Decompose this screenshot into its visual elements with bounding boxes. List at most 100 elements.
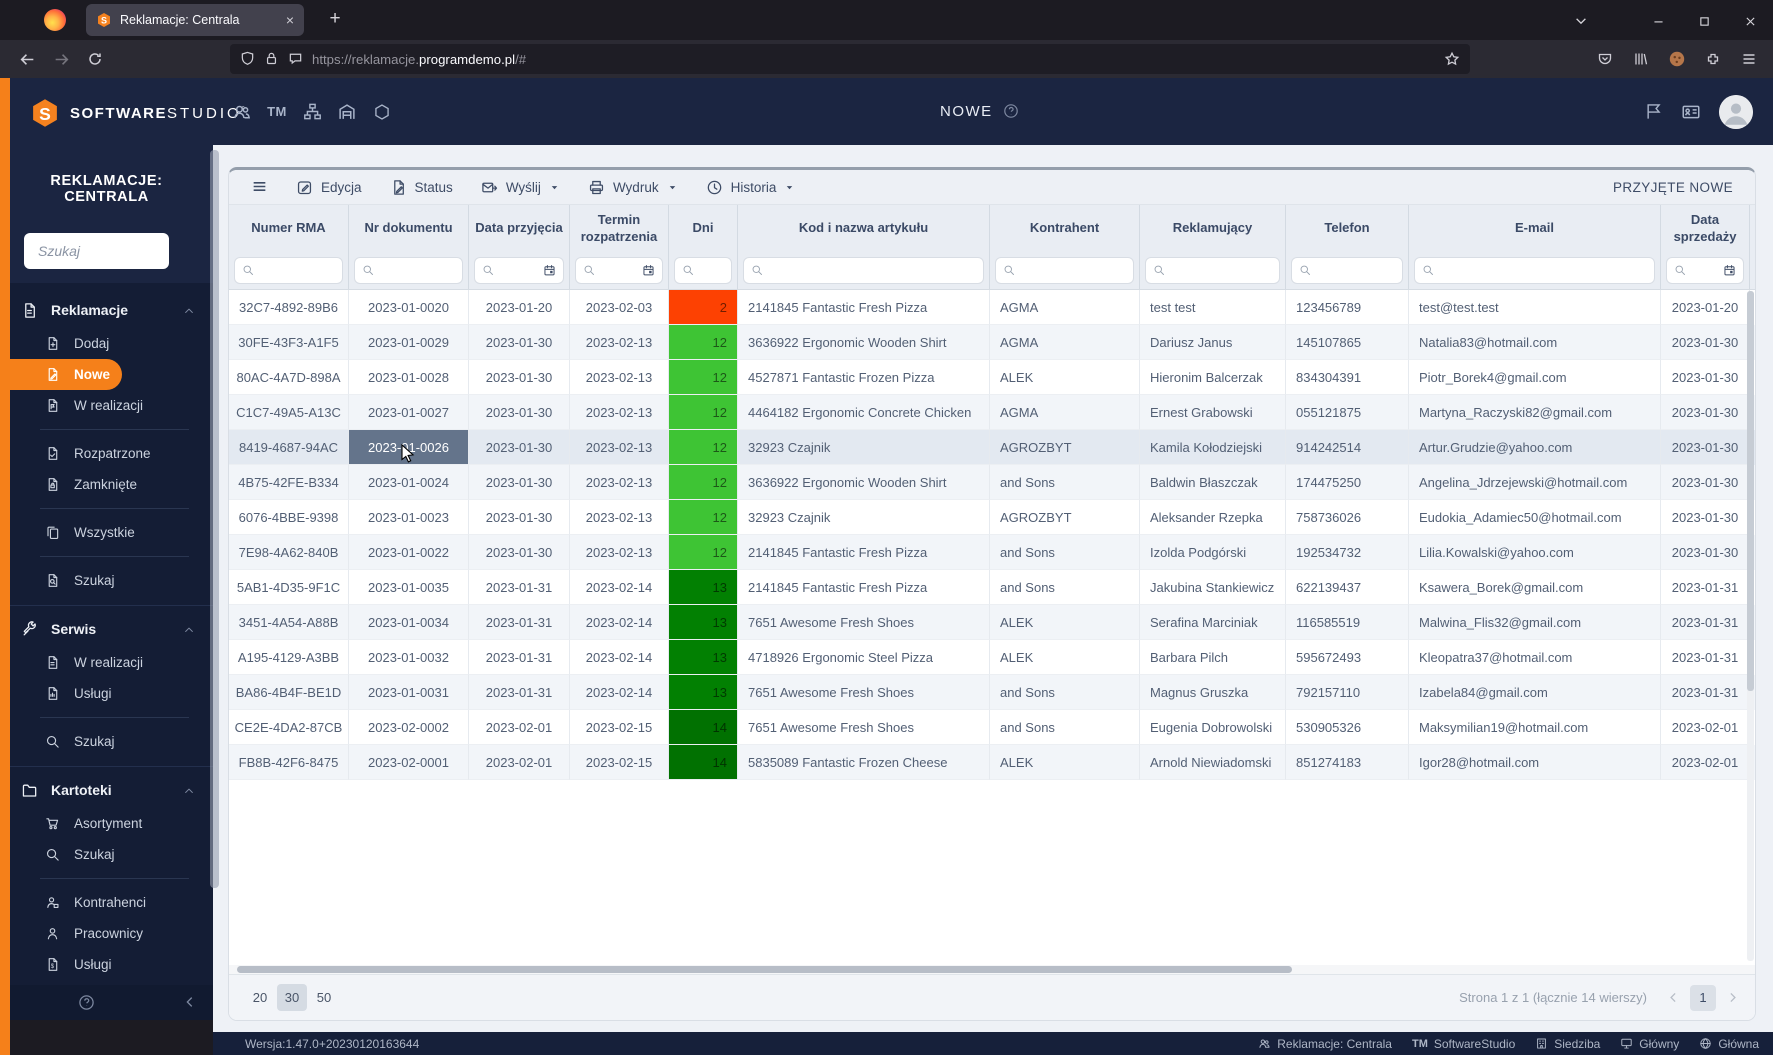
cell-email[interactable]: Natalia83@hotmail.com [1409,325,1661,360]
cell-claimant[interactable]: Jakubina Stankiewicz [1140,570,1286,605]
cell-received[interactable]: 2023-01-31 [469,605,570,640]
table-row[interactable]: C1C7-49A5-A13C 2023-01-0027 2023-01-30 2023… [229,395,1755,430]
cell-claimant[interactable]: Arnold Niewiadomski [1140,745,1286,780]
cell-days[interactable]: 12 [669,500,738,535]
cell-sale[interactable]: 2023-01-30 [1661,325,1750,360]
filter-input-claimant[interactable] [1145,257,1280,284]
wy-lij-button[interactable]: Wyślij [481,179,560,196]
table-row[interactable]: 6076-4BBE-9398 2023-01-0023 2023-01-30 2023… [229,500,1755,535]
reload-icon[interactable] [78,51,112,67]
help-circle-icon[interactable] [1003,103,1019,121]
cell-claimant[interactable]: Eugenia Dobrowolski [1140,710,1286,745]
cell-claimant[interactable]: Magnus Gruszka [1140,675,1286,710]
cell-phone[interactable]: 192534732 [1286,535,1409,570]
column-header-contractor[interactable]: Kontrahent [990,205,1140,252]
cell-doc[interactable]: 2023-02-0001 [349,745,469,780]
table-menu-icon[interactable] [251,178,268,196]
cell-deadline[interactable]: 2023-02-15 [570,745,669,780]
cell-item[interactable]: 2141845 Fantastic Fresh Pizza [738,535,990,570]
cell-doc[interactable]: 2023-01-0024 [349,465,469,500]
cell-deadline[interactable]: 2023-02-13 [570,465,669,500]
cell-sale[interactable]: 2023-01-31 [1661,675,1750,710]
lock-icon[interactable] [264,50,279,68]
cell-days[interactable]: 12 [669,360,738,395]
cell-item[interactable]: 32923 Czajnik [738,430,990,465]
cell-contractor[interactable]: ALEK [990,360,1140,395]
cell-contractor[interactable]: AGROZBYT [990,500,1140,535]
cell-deadline[interactable]: 2023-02-14 [570,605,669,640]
column-header-item[interactable]: Kod i nazwa artykułu [738,205,990,252]
cell-sale[interactable]: 2023-01-30 [1661,430,1750,465]
cell-days[interactable]: 2 [669,290,738,325]
cell-email[interactable]: Kleopatra37@hotmail.com [1409,640,1661,675]
cookie-extension-icon[interactable] [1659,50,1695,68]
cell-email[interactable]: Eudokia_Adamiec50@hotmail.com [1409,500,1661,535]
cell-email[interactable]: Artur.Grudzie@yahoo.com [1409,430,1661,465]
cell-email[interactable]: Malwina_Flis32@gmail.com [1409,605,1661,640]
cell-days[interactable]: 13 [669,640,738,675]
cell-received[interactable]: 2023-01-31 [469,675,570,710]
cell-item[interactable]: 4527871 Fantastic Frozen Pizza [738,360,990,395]
url-text[interactable]: https://reklamacje.programdemo.pl/# [312,52,1435,67]
column-header-sale[interactable]: Data sprzedaży [1661,205,1750,252]
avatar[interactable] [1719,94,1753,129]
cell-doc[interactable]: 2023-01-0032 [349,640,469,675]
cell-doc[interactable]: 2023-01-0023 [349,500,469,535]
vertical-scrollbar[interactable] [1747,291,1754,961]
column-header-claimant[interactable]: Reklamujący [1140,205,1286,252]
status-button[interactable]: Status [390,179,453,196]
cell-phone[interactable]: 530905326 [1286,710,1409,745]
statusbar-item-g-wna[interactable]: Główna [1699,1037,1759,1051]
filter-input-days[interactable] [674,257,732,284]
cell-sale[interactable]: 2023-01-20 [1661,290,1750,325]
filter-input-email[interactable] [1414,257,1655,284]
column-header-phone[interactable]: Telefon [1286,205,1409,252]
cell-item[interactable]: 32923 Czajnik [738,500,990,535]
cell-item[interactable]: 4464182 Ergonomic Concrete Chicken [738,395,990,430]
sidebar-item-nowe[interactable]: Nowe [0,359,122,390]
next-page-icon[interactable] [1726,989,1739,1007]
cell-claimant[interactable]: Izolda Podgórski [1140,535,1286,570]
horizontal-scrollbar-thumb[interactable] [237,966,1292,973]
cell-email[interactable]: Igor28@hotmail.com [1409,745,1661,780]
table-row[interactable]: 5AB1-4D35-9F1C 2023-01-0035 2023-01-31 2023… [229,570,1755,605]
cell-contractor[interactable]: ALEK [990,605,1140,640]
sidebar-item-dodaj[interactable]: Dodaj [0,328,213,359]
cell-days[interactable]: 12 [669,430,738,465]
cell-rma[interactable]: 32C7-4892-89B6 [229,290,349,325]
cell-sale[interactable]: 2023-02-01 [1661,745,1750,780]
cell-doc[interactable]: 2023-01-0035 [349,570,469,605]
cell-sale[interactable]: 2023-02-01 [1661,710,1750,745]
bookmark-star-icon[interactable] [1444,50,1460,68]
cell-claimant[interactable]: Barbara Pilch [1140,640,1286,675]
filter-input-received[interactable] [474,257,564,284]
cell-contractor[interactable]: and Sons [990,570,1140,605]
cell-email[interactable]: test@test.test [1409,290,1661,325]
calendar-icon[interactable] [642,262,655,280]
cell-rma[interactable]: 80AC-4A7D-898A [229,360,349,395]
cell-phone[interactable]: 834304391 [1286,360,1409,395]
cell-rma[interactable]: C1C7-49A5-A13C [229,395,349,430]
sitemap-icon[interactable] [302,102,322,121]
statusbar-item-g-wny[interactable]: Główny [1620,1037,1679,1051]
cell-received[interactable]: 2023-01-31 [469,640,570,675]
cell-email[interactable]: Martyna_Raczyski82@gmail.com [1409,395,1661,430]
tm-icon[interactable]: TM [267,104,287,119]
cell-phone[interactable]: 792157110 [1286,675,1409,710]
cell-email[interactable]: Maksymilian19@hotmail.com [1409,710,1661,745]
cell-item[interactable]: 3636922 Ergonomic Wooden Shirt [738,465,990,500]
cell-days[interactable]: 13 [669,570,738,605]
cell-rma[interactable]: CE2E-4DA2-87CB [229,710,349,745]
cell-phone[interactable]: 174475250 [1286,465,1409,500]
cell-contractor[interactable]: AGROZBYT [990,430,1140,465]
calendar-icon[interactable] [543,262,556,280]
cell-claimant[interactable]: Aleksander Rzepka [1140,500,1286,535]
cell-days[interactable]: 13 [669,605,738,640]
table-row[interactable]: 3451-4A54-A88B 2023-01-0034 2023-01-31 2023… [229,605,1755,640]
close-window-button[interactable] [1727,12,1773,27]
column-header-days[interactable]: Dni [669,205,738,252]
vertical-scrollbar-thumb[interactable] [1747,291,1754,691]
page-size-20[interactable]: 20 [245,984,275,1011]
cell-sale[interactable]: 2023-01-31 [1661,640,1750,675]
sidebar-section-header-serwis[interactable]: Serwis [0,611,213,647]
